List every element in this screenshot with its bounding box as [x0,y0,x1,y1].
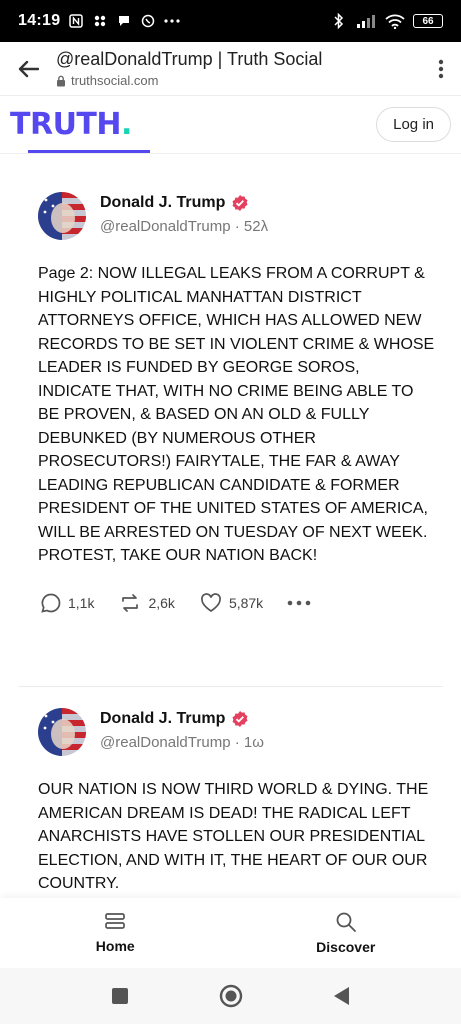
logo-dot: . [121,106,132,142]
meta-separator: · [230,734,244,751]
status-right: 66 [331,13,443,29]
more-horizontal-icon [287,600,311,605]
post-card[interactable]: Donald J. Trump @realDonaldTrump · 1ω OU… [18,708,443,896]
site-header: TRUTH. Log in [0,96,461,152]
handle-row: @realDonaldTrump · 52λ [100,218,268,235]
more-options-button[interactable] [287,600,311,606]
page-title: @realDonaldTrump | Truth Social [56,49,323,69]
author-block: Donald J. Trump @realDonaldTrump · 1ω [100,708,264,751]
grid-app-icon [92,13,108,29]
wifi-icon [385,13,405,29]
url-row: truthsocial.com [56,73,421,88]
status-left: 14:19 [18,12,181,30]
signal-icon [355,13,377,29]
arrow-left-icon [18,60,39,77]
post-time[interactable]: 52λ [244,218,268,235]
nfc-icon [68,13,84,29]
post-text: OUR NATION IS NOW THIRD WORLD & DYING. T… [38,781,429,892]
meta-separator: · [230,218,244,235]
system-nav-bar [0,968,461,1024]
truth-logo[interactable]: TRUTH. [10,107,132,142]
back-triangle-icon[interactable] [333,986,351,1006]
nav-home-label: Home [95,938,135,954]
author-block: Donald J. Trump @realDonaldTrump · 52λ [100,192,268,235]
post-header: Donald J. Trump @realDonaldTrump · 1ω [18,708,443,756]
author-name[interactable]: Donald J. Trump [100,710,225,728]
author-handle[interactable]: @realDonaldTrump [100,218,231,235]
repost-icon [122,593,139,612]
avatar[interactable] [38,192,86,240]
post-header: Donald J. Trump @realDonaldTrump · 52λ [18,192,443,240]
post-time[interactable]: 1ω [244,734,264,751]
author-name[interactable]: Donald J. Trump [100,194,225,212]
nav-discover-label: Discover [316,939,376,955]
name-row: Donald J. Trump [100,194,268,212]
name-row: Donald J. Trump [100,710,264,728]
like-button[interactable]: 5,87k [199,592,263,614]
heart-icon [200,592,221,612]
post-divider [18,686,443,687]
status-time: 14:19 [18,12,61,29]
like-count: 5,87k [228,594,264,611]
page-url: truthsocial.com [71,73,159,88]
logo-text: TRUTH [10,106,122,142]
home-feed-icon [105,913,126,929]
viber-icon [140,13,156,29]
post-text: Page 2: NOW ILLEGAL LEAKS FROM A CORRUPT… [38,265,435,564]
screen: 14:19 66 @realDonaldTrump | Truth Social… [0,0,461,1024]
back-button[interactable] [0,42,56,96]
battery-indicator: 66 [413,14,443,28]
post-card[interactable]: Donald J. Trump @realDonaldTrump · 52λ P… [18,192,443,614]
browser-menu-button[interactable] [421,42,461,96]
handle-row: @realDonaldTrump · 1ω [100,734,264,751]
bluetooth-icon [331,13,347,29]
avatar[interactable] [38,708,86,756]
nav-home[interactable]: Home [35,912,195,954]
reply-count: 1,1k [68,594,95,611]
verified-badge-icon [232,195,248,211]
kebab-menu-icon [438,59,444,78]
nav-discover[interactable]: Discover [266,911,426,955]
chat-icon [116,13,132,29]
bottom-nav: Home Discover [0,898,461,968]
header-divider [0,153,461,154]
search-icon [336,912,356,932]
recent-apps-icon[interactable] [111,987,129,1005]
reply-button[interactable]: 1,1k [40,592,94,614]
author-handle[interactable]: @realDonaldTrump [100,734,231,751]
lock-icon [57,75,65,86]
comment-icon [41,593,61,613]
browser-bar: @realDonaldTrump | Truth Social truthsoc… [0,42,461,96]
login-button[interactable]: Log in [376,106,451,142]
home-circle-icon[interactable] [219,984,243,1008]
retruth-count: 2,6k [148,594,175,611]
verified-badge-icon [232,711,248,727]
post-actions: 1,1k 2,6k 5,87k [18,592,443,614]
more-notifications-icon [164,13,181,29]
status-bar: 14:19 66 [0,0,461,42]
browser-titles[interactable]: @realDonaldTrump | Truth Social truthsoc… [56,49,421,88]
retruth-button[interactable]: 2,6k [118,592,175,614]
